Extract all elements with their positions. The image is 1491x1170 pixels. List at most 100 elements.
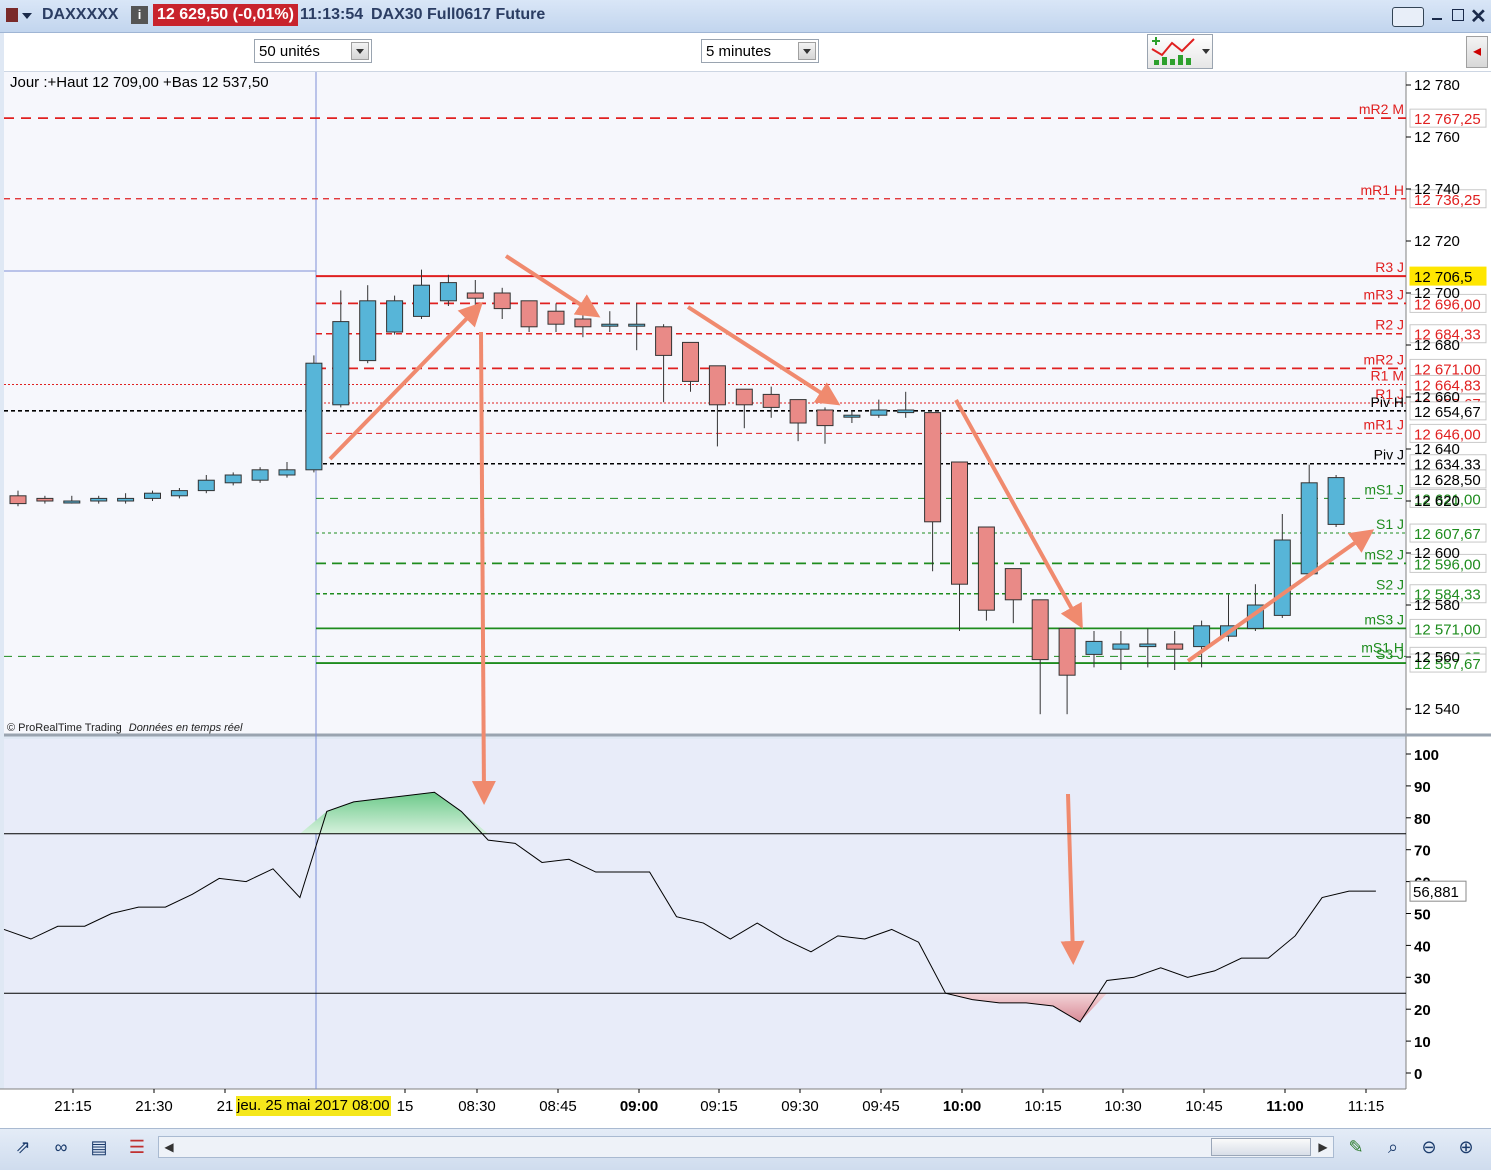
minimize-icon[interactable] (1432, 18, 1442, 20)
level-value-tag: 12 628,50 (1409, 469, 1487, 489)
oscillator-tick-label: 50 (1414, 907, 1431, 924)
units-dropdown-value: 50 unités (259, 43, 320, 60)
time-tick-label: 09:45 (862, 1098, 900, 1115)
level-label: mR2 M (1359, 101, 1404, 117)
chevron-down-icon[interactable] (798, 42, 816, 60)
level-label: R2 J (1375, 317, 1404, 333)
day-high-low-header: Jour :+Haut 12 709,00 +Bas 12 537,50 (10, 74, 269, 91)
price-tick-label: 12 700 (1414, 285, 1460, 302)
level-label: Piv J (1374, 447, 1404, 463)
oscillator-tick-label: 0 (1414, 1066, 1422, 1083)
level-label: S2 J (1376, 577, 1404, 593)
time-tick-label: 21 (217, 1098, 234, 1115)
save-icon[interactable]: ▤ (86, 1134, 112, 1160)
time-tick-label: 10:00 (943, 1098, 981, 1115)
candle (386, 295, 404, 335)
time-tick-label: 21:15 (54, 1098, 92, 1115)
svg-text:12 607,67: 12 607,67 (1414, 526, 1481, 543)
price-tick-label: 12 660 (1414, 389, 1460, 406)
time-tick-label: 10:30 (1104, 1098, 1142, 1115)
interval-dropdown[interactable]: 5 minutes (701, 39, 819, 63)
symbol-name[interactable]: DAXXXXX (42, 6, 118, 24)
level-label: mR2 J (1364, 351, 1404, 367)
svg-text:56,881: 56,881 (1413, 884, 1459, 901)
level-label: mS2 J (1364, 546, 1404, 562)
oscillator-value-tag: 56,881 (1409, 880, 1467, 902)
oscillator-tick-label: 70 (1414, 843, 1431, 860)
time-tick-label: 08:45 (539, 1098, 577, 1115)
level-label: S3 J (1376, 646, 1404, 662)
time-tick-label: 11:15 (1348, 1098, 1384, 1115)
chart-area[interactable]: mR2 M12 767,25mR1 H12 736,25R3 J12 706,5… (0, 72, 1491, 1128)
maximize-icon[interactable] (1452, 9, 1464, 21)
level-value-tag: 12 767,25 (1409, 108, 1487, 128)
time-tick-label: 10:45 (1185, 1098, 1223, 1115)
horizontal-scrollbar[interactable]: ◀ ▶ (158, 1136, 1334, 1158)
brand-text: © ProRealTime Trading (7, 722, 122, 734)
candle (977, 526, 995, 621)
candle (305, 355, 323, 473)
price-tick-label: 12 580 (1414, 597, 1460, 614)
oscillator-tick-label: 80 (1414, 811, 1431, 828)
indicator-tools-button[interactable] (1147, 34, 1213, 69)
oscillator-tick-label: 10 (1414, 1034, 1431, 1051)
info-icon[interactable]: i (131, 6, 148, 24)
drawing-tool-icon[interactable]: ✎ (1343, 1134, 1369, 1160)
close-icon[interactable]: ✕ (1470, 4, 1487, 29)
panel-toggle-icon[interactable]: ◂ (1466, 36, 1488, 68)
price-tick-label: 12 780 (1414, 77, 1460, 94)
price-tick-label: 12 540 (1414, 701, 1460, 718)
time-tick-label: 11:00 (1266, 1098, 1304, 1115)
price-tick-label: 12 680 (1414, 337, 1460, 354)
current-price-tag: 12 706,5 (1409, 266, 1487, 286)
zoom-in-icon[interactable]: ⊕ (1453, 1134, 1479, 1160)
indicators-chart-icon (1151, 37, 1195, 65)
window-menu-icon[interactable] (6, 8, 18, 22)
time-tick-label: 21:30 (135, 1098, 173, 1115)
price-tick-label: 12 600 (1414, 545, 1460, 562)
time-tick-label: 09:15 (700, 1098, 738, 1115)
candle (251, 467, 269, 483)
realtime-data-text: Données en temps réel (128, 722, 243, 734)
time-tick-label: 08:30 (458, 1098, 496, 1115)
y-axis-bg (1406, 72, 1491, 1089)
chart-trend-icon[interactable]: ⇗ (10, 1134, 36, 1160)
price-tick-label: 12 620 (1414, 493, 1460, 510)
level-label: Piv H (1371, 394, 1404, 410)
oscillator-tick-label: 90 (1414, 779, 1431, 796)
price-tick-label: 12 740 (1414, 181, 1460, 198)
chevron-down-icon[interactable] (351, 42, 369, 60)
scroll-right-icon[interactable]: ▶ (1315, 1139, 1331, 1155)
layers-icon[interactable]: ☰ (124, 1134, 150, 1160)
last-price-badge: 12 629,50 (-0,01%) (153, 4, 298, 26)
svg-text:12 654,67: 12 654,67 (1414, 404, 1481, 421)
keyboard-icon[interactable] (1392, 7, 1424, 27)
svg-text:12 767,25: 12 767,25 (1414, 111, 1481, 128)
svg-text:12 628,50: 12 628,50 (1414, 472, 1481, 489)
units-dropdown[interactable]: 50 unités (254, 39, 372, 63)
level-label: mR1 H (1360, 182, 1404, 198)
scroll-thumb[interactable] (1211, 1138, 1311, 1156)
level-label: mS3 J (1364, 611, 1404, 627)
price-tick-label: 12 760 (1414, 129, 1460, 146)
time-tick-label: 15 (397, 1098, 414, 1115)
price-tick-label: 12 640 (1414, 441, 1460, 458)
oscillator-tick-label: 100 (1414, 747, 1439, 764)
time-tick-label: 10:15 (1024, 1098, 1062, 1115)
level-value-tag: 12 607,67 (1409, 523, 1487, 543)
level-label: mR1 J (1364, 416, 1404, 432)
link-icon[interactable]: ∞ (48, 1134, 74, 1160)
level-label: R1 M (1371, 367, 1404, 383)
oscillator-tick-label: 30 (1414, 970, 1431, 987)
zoom-fit-icon[interactable]: ⌕ (1380, 1134, 1406, 1160)
zoom-out-icon[interactable]: ⊖ (1416, 1134, 1442, 1160)
level-label: mR3 J (1364, 286, 1404, 302)
chevron-down-icon[interactable] (1202, 49, 1210, 54)
level-label: R3 J (1375, 259, 1404, 275)
scroll-left-icon[interactable]: ◀ (161, 1139, 177, 1155)
price-tick-label: 12 560 (1414, 649, 1460, 666)
instrument-name: DAX30 Full0617 Future (371, 6, 546, 23)
svg-text:12 571,00: 12 571,00 (1414, 621, 1481, 638)
dropdown-arrow-icon[interactable] (22, 13, 32, 19)
level-label: S1 J (1376, 516, 1404, 532)
